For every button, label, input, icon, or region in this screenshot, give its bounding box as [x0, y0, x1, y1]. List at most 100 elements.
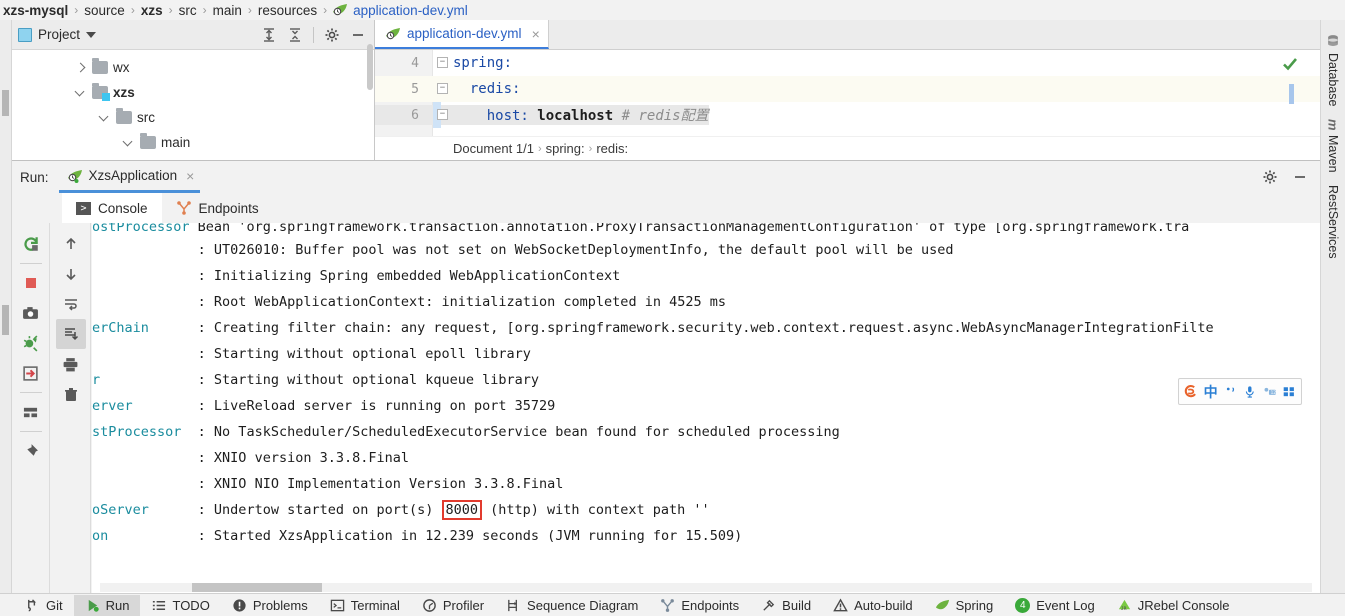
status-bar-item-build[interactable]: Build — [750, 595, 822, 616]
git-icon — [28, 598, 37, 611]
status-bar-item-run[interactable]: Run — [73, 594, 141, 616]
chinese-mode-icon[interactable]: 中 — [1204, 382, 1218, 402]
editor-tab-application-dev-yml[interactable]: application-dev.yml × — [375, 20, 549, 49]
expand-all-icon[interactable] — [261, 27, 277, 43]
status-bar-item-sequence-diagram[interactable]: Sequence Diagram — [495, 595, 649, 616]
microphone-icon[interactable] — [1243, 384, 1257, 399]
breadcrumb-item[interactable]: resources — [257, 3, 318, 18]
minimize-icon[interactable] — [1292, 169, 1308, 185]
tree-node-wx[interactable]: wx — [12, 55, 374, 80]
breadcrumb-item[interactable]: source — [83, 3, 126, 18]
chevron-right-icon[interactable] — [74, 61, 87, 74]
trash-icon[interactable] — [56, 379, 86, 409]
code-line[interactable]: 5 − redis: — [375, 76, 1320, 102]
tab-console[interactable]: > Console — [62, 193, 162, 223]
console-logger-name — [92, 476, 198, 492]
pin-icon[interactable] — [16, 436, 46, 466]
left-tool-stripe[interactable] — [0, 20, 12, 593]
tool-tab-maven[interactable]: m Maven — [1326, 113, 1341, 179]
print-icon[interactable] — [56, 349, 86, 379]
tree-node-xzs[interactable]: xzs — [12, 80, 374, 105]
editor-scrollbar-marker[interactable] — [1289, 84, 1294, 104]
layout-icon[interactable] — [16, 397, 46, 427]
status-bar-item-auto-build[interactable]: Auto-build — [822, 595, 924, 616]
tab-endpoints[interactable]: Endpoints — [162, 193, 273, 223]
gear-icon[interactable] — [1262, 169, 1278, 185]
project-tree[interactable]: wx xzs src main — [12, 50, 374, 160]
fold-marker-icon[interactable]: − — [437, 109, 448, 120]
scrollbar-thumb[interactable] — [192, 583, 322, 592]
thread-dump-icon[interactable] — [16, 328, 46, 358]
collapse-all-icon[interactable] — [287, 27, 303, 43]
editor-breadcrumb[interactable]: Document 1/1 › spring: › redis: — [375, 136, 1320, 160]
keyboard-icon[interactable]: 12 — [1263, 384, 1277, 399]
project-tree-scrollbar[interactable] — [367, 44, 373, 90]
project-icon — [18, 27, 32, 42]
status-bar-item-endpoints[interactable]: Endpoints — [649, 595, 750, 616]
status-bar-item-todo[interactable]: TODO — [140, 595, 220, 616]
tool-tab-database[interactable]: Database — [1326, 28, 1340, 113]
menu-grid-icon[interactable] — [1282, 384, 1296, 399]
status-bar-item-jrebel-console[interactable]: JR JRebel Console — [1106, 595, 1241, 616]
scroll-down-icon[interactable] — [56, 259, 86, 289]
console-hscrollbar[interactable] — [92, 580, 1320, 594]
breadcrumb-item[interactable]: src — [178, 3, 198, 18]
console-message: : Starting without optional kqueue libra… — [197, 372, 540, 388]
code-token: redis: — [453, 81, 521, 97]
exit-icon[interactable] — [16, 358, 46, 388]
code-line[interactable]: 6 − host: localhost # redis配置 — [375, 102, 1320, 128]
breadcrumb-item[interactable]: main — [212, 3, 243, 18]
status-bar-item-terminal[interactable]: Terminal — [319, 595, 411, 616]
console-logger-name: on — [92, 528, 198, 544]
editor-breadcrumb-item[interactable]: redis: — [596, 141, 628, 156]
close-icon[interactable]: × — [528, 26, 540, 42]
punctuation-icon[interactable] — [1224, 384, 1238, 399]
run-configuration-tab[interactable]: XzsApplication × — [58, 161, 201, 193]
camera-icon[interactable] — [16, 298, 46, 328]
tool-tab-restservices[interactable]: RestServices — [1326, 179, 1340, 265]
status-bar-item-label: Run — [105, 597, 130, 613]
editor-breadcrumb-item[interactable]: Document 1/1 — [453, 141, 534, 156]
status-bar-item-problems[interactable]: Problems — [221, 595, 319, 616]
close-icon[interactable]: × — [183, 168, 194, 184]
status-bar-item-label: Event Log — [1036, 597, 1095, 613]
breadcrumb-item[interactable]: xzs — [140, 3, 164, 18]
code-lines[interactable]: 4− spring: 5− redis: 6− host: localhost # r… — [375, 50, 1320, 128]
sogou-logo-icon[interactable] — [1184, 384, 1198, 399]
status-bar-item-profiler[interactable]: Profiler — [411, 595, 495, 616]
minimize-icon[interactable] — [350, 27, 366, 43]
code-text: host: localhost # redis配置 — [375, 105, 709, 125]
chevron-down-icon[interactable] — [98, 111, 111, 124]
sogou-ime-bar[interactable]: 中 12 — [1178, 378, 1302, 405]
scroll-up-icon[interactable] — [56, 229, 86, 259]
breadcrumb-item[interactable]: xzs-mysql — [2, 3, 69, 18]
editor-breadcrumb-item[interactable]: spring: — [546, 141, 585, 156]
tree-node-label: xzs — [113, 85, 135, 100]
scroll-to-end-icon[interactable] — [55, 319, 86, 349]
status-bar-item-git[interactable]: Git — [14, 595, 74, 616]
chevron-down-icon[interactable] — [122, 136, 135, 149]
gear-icon[interactable] — [324, 27, 340, 43]
tree-node-main[interactable]: main — [12, 130, 374, 155]
soft-wrap-icon[interactable] — [56, 289, 86, 319]
console-output[interactable]: ostProcessor Bean 'org.springframework.t… — [92, 223, 1320, 594]
breadcrumb-item[interactable]: application-dev.yml — [352, 3, 469, 18]
tree-node-src[interactable]: src — [12, 105, 374, 130]
status-bar-item-event-log[interactable]: 4 Event Log — [1004, 595, 1106, 616]
code-line[interactable]: 4 − spring: — [375, 50, 1320, 76]
inspection-ok-icon[interactable] — [1282, 56, 1298, 72]
code-viewport[interactable]: 4− spring: 5− redis: 6− host: localhost # r… — [375, 50, 1320, 136]
status-bar-item-spring[interactable]: Spring — [924, 595, 1005, 616]
chevron-down-icon[interactable] — [86, 31, 97, 38]
status-bar-item-label: Problems — [252, 597, 308, 613]
toolbar-divider — [313, 26, 314, 43]
fold-marker-icon[interactable]: − — [437, 83, 448, 94]
spring-leaf-icon — [386, 27, 400, 39]
rerun-icon[interactable] — [16, 229, 46, 259]
fold-marker-icon[interactable]: − — [437, 57, 448, 68]
console-logger-name — [92, 242, 198, 258]
stop-icon[interactable] — [16, 268, 46, 298]
todo-icon — [153, 600, 166, 610]
chevron-down-icon[interactable] — [74, 86, 87, 99]
